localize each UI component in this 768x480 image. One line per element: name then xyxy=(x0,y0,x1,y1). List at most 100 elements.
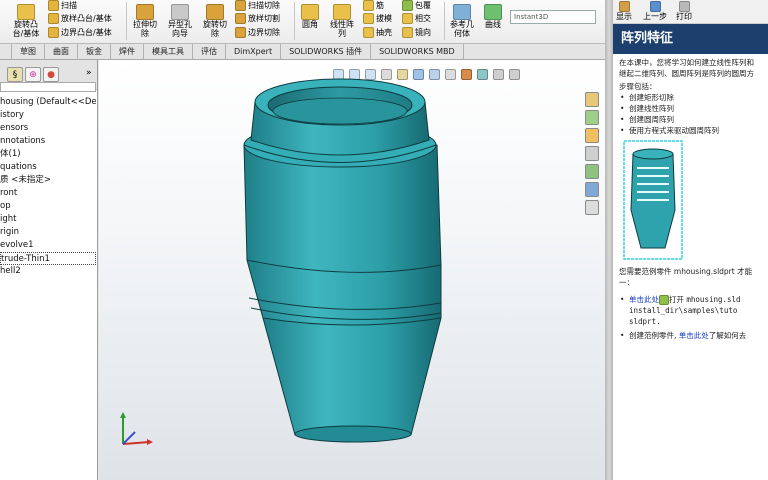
linear-pattern-button[interactable]: 线性阵 列 xyxy=(326,4,358,38)
pane-splitter[interactable] xyxy=(605,0,613,480)
graphics-area[interactable] xyxy=(99,60,605,480)
tree-item-origin[interactable]: rigin xyxy=(0,226,96,239)
properties-icon: § xyxy=(12,69,18,80)
tutorial-title: 阵列特征 xyxy=(613,24,768,54)
create-part-item: 创建范例零件, 单击此处了解如何去 xyxy=(619,330,768,341)
file-path-text: install_dir\samples\tuto xyxy=(629,306,738,315)
loft-icon xyxy=(48,13,59,24)
tree-filter-input[interactable] xyxy=(0,82,96,92)
tree-item-extrude-thin1[interactable]: trude-Thin1 xyxy=(0,252,96,265)
need-part-text: 您需要范例零件 mhousing.sldprt 才能 xyxy=(619,267,753,276)
rib-button[interactable]: 筋 xyxy=(363,0,384,11)
swept-cut-icon xyxy=(235,0,246,11)
feature-manager-panel: § ⊕ ● » housing (Default<<Default istory… xyxy=(0,60,98,480)
search-tab[interactable] xyxy=(585,146,599,161)
curves-icon xyxy=(484,4,502,20)
tab-addins[interactable]: SOLIDWORKS 插件 xyxy=(281,44,372,59)
crosshair-icon: ⊕ xyxy=(29,69,37,80)
instant3d-button[interactable]: Instant3D xyxy=(510,10,596,24)
need-part-text: 一： xyxy=(619,278,634,287)
draft-button[interactable]: 拔模 xyxy=(363,13,392,24)
step-item: 创建矩形切除 xyxy=(619,92,768,103)
revolved-boss-icon xyxy=(17,4,35,20)
tree-item-right-plane[interactable]: ight xyxy=(0,213,96,226)
swept-cut-button[interactable]: 扫描切除 xyxy=(235,0,280,11)
loft-button[interactable]: 放样凸台/基体 xyxy=(48,13,112,24)
tree-item-equations[interactable]: quations xyxy=(0,161,96,174)
shell-button[interactable]: 抽壳 xyxy=(363,27,392,38)
printer-icon xyxy=(678,1,690,12)
tree-item-history[interactable]: istory xyxy=(0,109,96,122)
ribbon-separator xyxy=(294,2,295,40)
open-file-icon[interactable] xyxy=(659,295,669,305)
design-library-tab[interactable] xyxy=(585,110,599,125)
click-here-link-2[interactable]: 单击此处 xyxy=(679,331,709,340)
tree-item-part[interactable]: housing (Default<<Default xyxy=(0,96,96,109)
revolved-cut-button[interactable]: 旋转切 除 xyxy=(198,4,232,38)
tree-item-solid-bodies[interactable]: 体(1) xyxy=(0,148,96,161)
wrap-button[interactable]: 包覆 xyxy=(402,0,431,11)
boundary-cut-icon xyxy=(235,27,246,38)
extruded-cut-icon xyxy=(136,4,154,20)
back-button[interactable]: 上一步 xyxy=(643,1,667,21)
tree-item-shell2[interactable]: hell2 xyxy=(0,265,96,278)
lofted-cut-button[interactable]: 放样切割 xyxy=(235,13,280,24)
step-item: 使用方程式来驱动圆周阵列 xyxy=(619,125,768,136)
part-model[interactable] xyxy=(99,60,605,480)
tutorial-preview-image xyxy=(623,140,683,260)
tree-item-revolve1[interactable]: evolve1 xyxy=(0,239,96,252)
tree-item-material[interactable]: 质 <未指定> xyxy=(0,174,96,187)
tab-surfaces[interactable]: 曲面 xyxy=(45,44,78,59)
view-palette-tab[interactable] xyxy=(585,164,599,179)
home-button[interactable]: 显示 xyxy=(616,1,632,21)
tree-item-annotations[interactable]: nnotations xyxy=(0,135,96,148)
lofted-cut-icon xyxy=(235,13,246,24)
curves-button[interactable]: 曲线 xyxy=(480,4,506,29)
tab-sheet-metal[interactable]: 钣金 xyxy=(78,44,111,59)
configuration-manager-tab[interactable]: ⊕ xyxy=(25,67,41,82)
intersect-button[interactable]: 相交 xyxy=(402,13,431,24)
solidworks-resources-tab[interactable] xyxy=(585,92,599,107)
ribbon-separator xyxy=(126,2,127,40)
display-manager-tab[interactable]: ● xyxy=(43,67,59,82)
boundary-boss-button[interactable]: 边界凸台/基体 xyxy=(48,27,112,38)
sweep-button[interactable]: 扫描 xyxy=(48,0,77,11)
tab-features[interactable] xyxy=(0,44,12,59)
revolved-boss-button[interactable]: 旋转凸 台/基体 xyxy=(6,4,46,38)
print-button[interactable]: 打印 xyxy=(676,1,692,21)
property-manager-tab[interactable]: § xyxy=(7,67,23,82)
expand-panel-button[interactable]: » xyxy=(86,68,92,78)
file-explorer-tab[interactable] xyxy=(585,128,599,143)
extruded-cut-button[interactable]: 拉伸切 除 xyxy=(129,4,161,38)
sweep-icon xyxy=(48,0,59,11)
hole-wizard-button[interactable]: 异型孔 向导 xyxy=(163,4,197,38)
reference-geometry-button[interactable]: 参考几 何体 xyxy=(447,4,477,38)
tab-evaluate[interactable]: 评估 xyxy=(193,44,226,59)
tree-item-top-plane[interactable]: op xyxy=(0,200,96,213)
step-item: 创建线性阵列 xyxy=(619,103,768,114)
task-pane-tabs xyxy=(585,92,601,215)
mirror-button[interactable]: 镜向 xyxy=(402,27,431,38)
rib-icon xyxy=(363,0,374,11)
intersect-icon xyxy=(402,13,413,24)
solidworks-window: { "ribbon": { "features": { "boss_label"… xyxy=(0,0,768,480)
tab-mold-tools[interactable]: 模具工具 xyxy=(144,44,193,59)
wrap-icon xyxy=(402,0,413,11)
tab-sketch[interactable]: 草图 xyxy=(12,44,45,59)
fillet-button[interactable]: 圆角 xyxy=(297,4,323,29)
ribbon-separator xyxy=(444,2,445,40)
open-part-item: 单击此处打开 mhousing.sld xyxy=(619,294,768,305)
boundary-boss-icon xyxy=(48,27,59,38)
tab-weldments[interactable]: 焊件 xyxy=(111,44,144,59)
appearances-tab[interactable] xyxy=(585,182,599,197)
boundary-cut-button[interactable]: 边界切除 xyxy=(235,27,280,38)
intro-text: 在本课中，您将学习如何建立线性阵列和 xyxy=(619,58,754,67)
tree-item-sensors[interactable]: ensors xyxy=(0,122,96,135)
linear-pattern-icon xyxy=(333,4,351,20)
click-here-link[interactable]: 单击此处 xyxy=(629,295,659,304)
custom-properties-tab[interactable] xyxy=(585,200,599,215)
appearance-icon: ● xyxy=(47,69,55,80)
tab-dimxpert[interactable]: DimXpert xyxy=(226,44,282,59)
tree-item-front-plane[interactable]: ront xyxy=(0,187,96,200)
tab-mbd[interactable]: SOLIDWORKS MBD xyxy=(371,44,464,59)
